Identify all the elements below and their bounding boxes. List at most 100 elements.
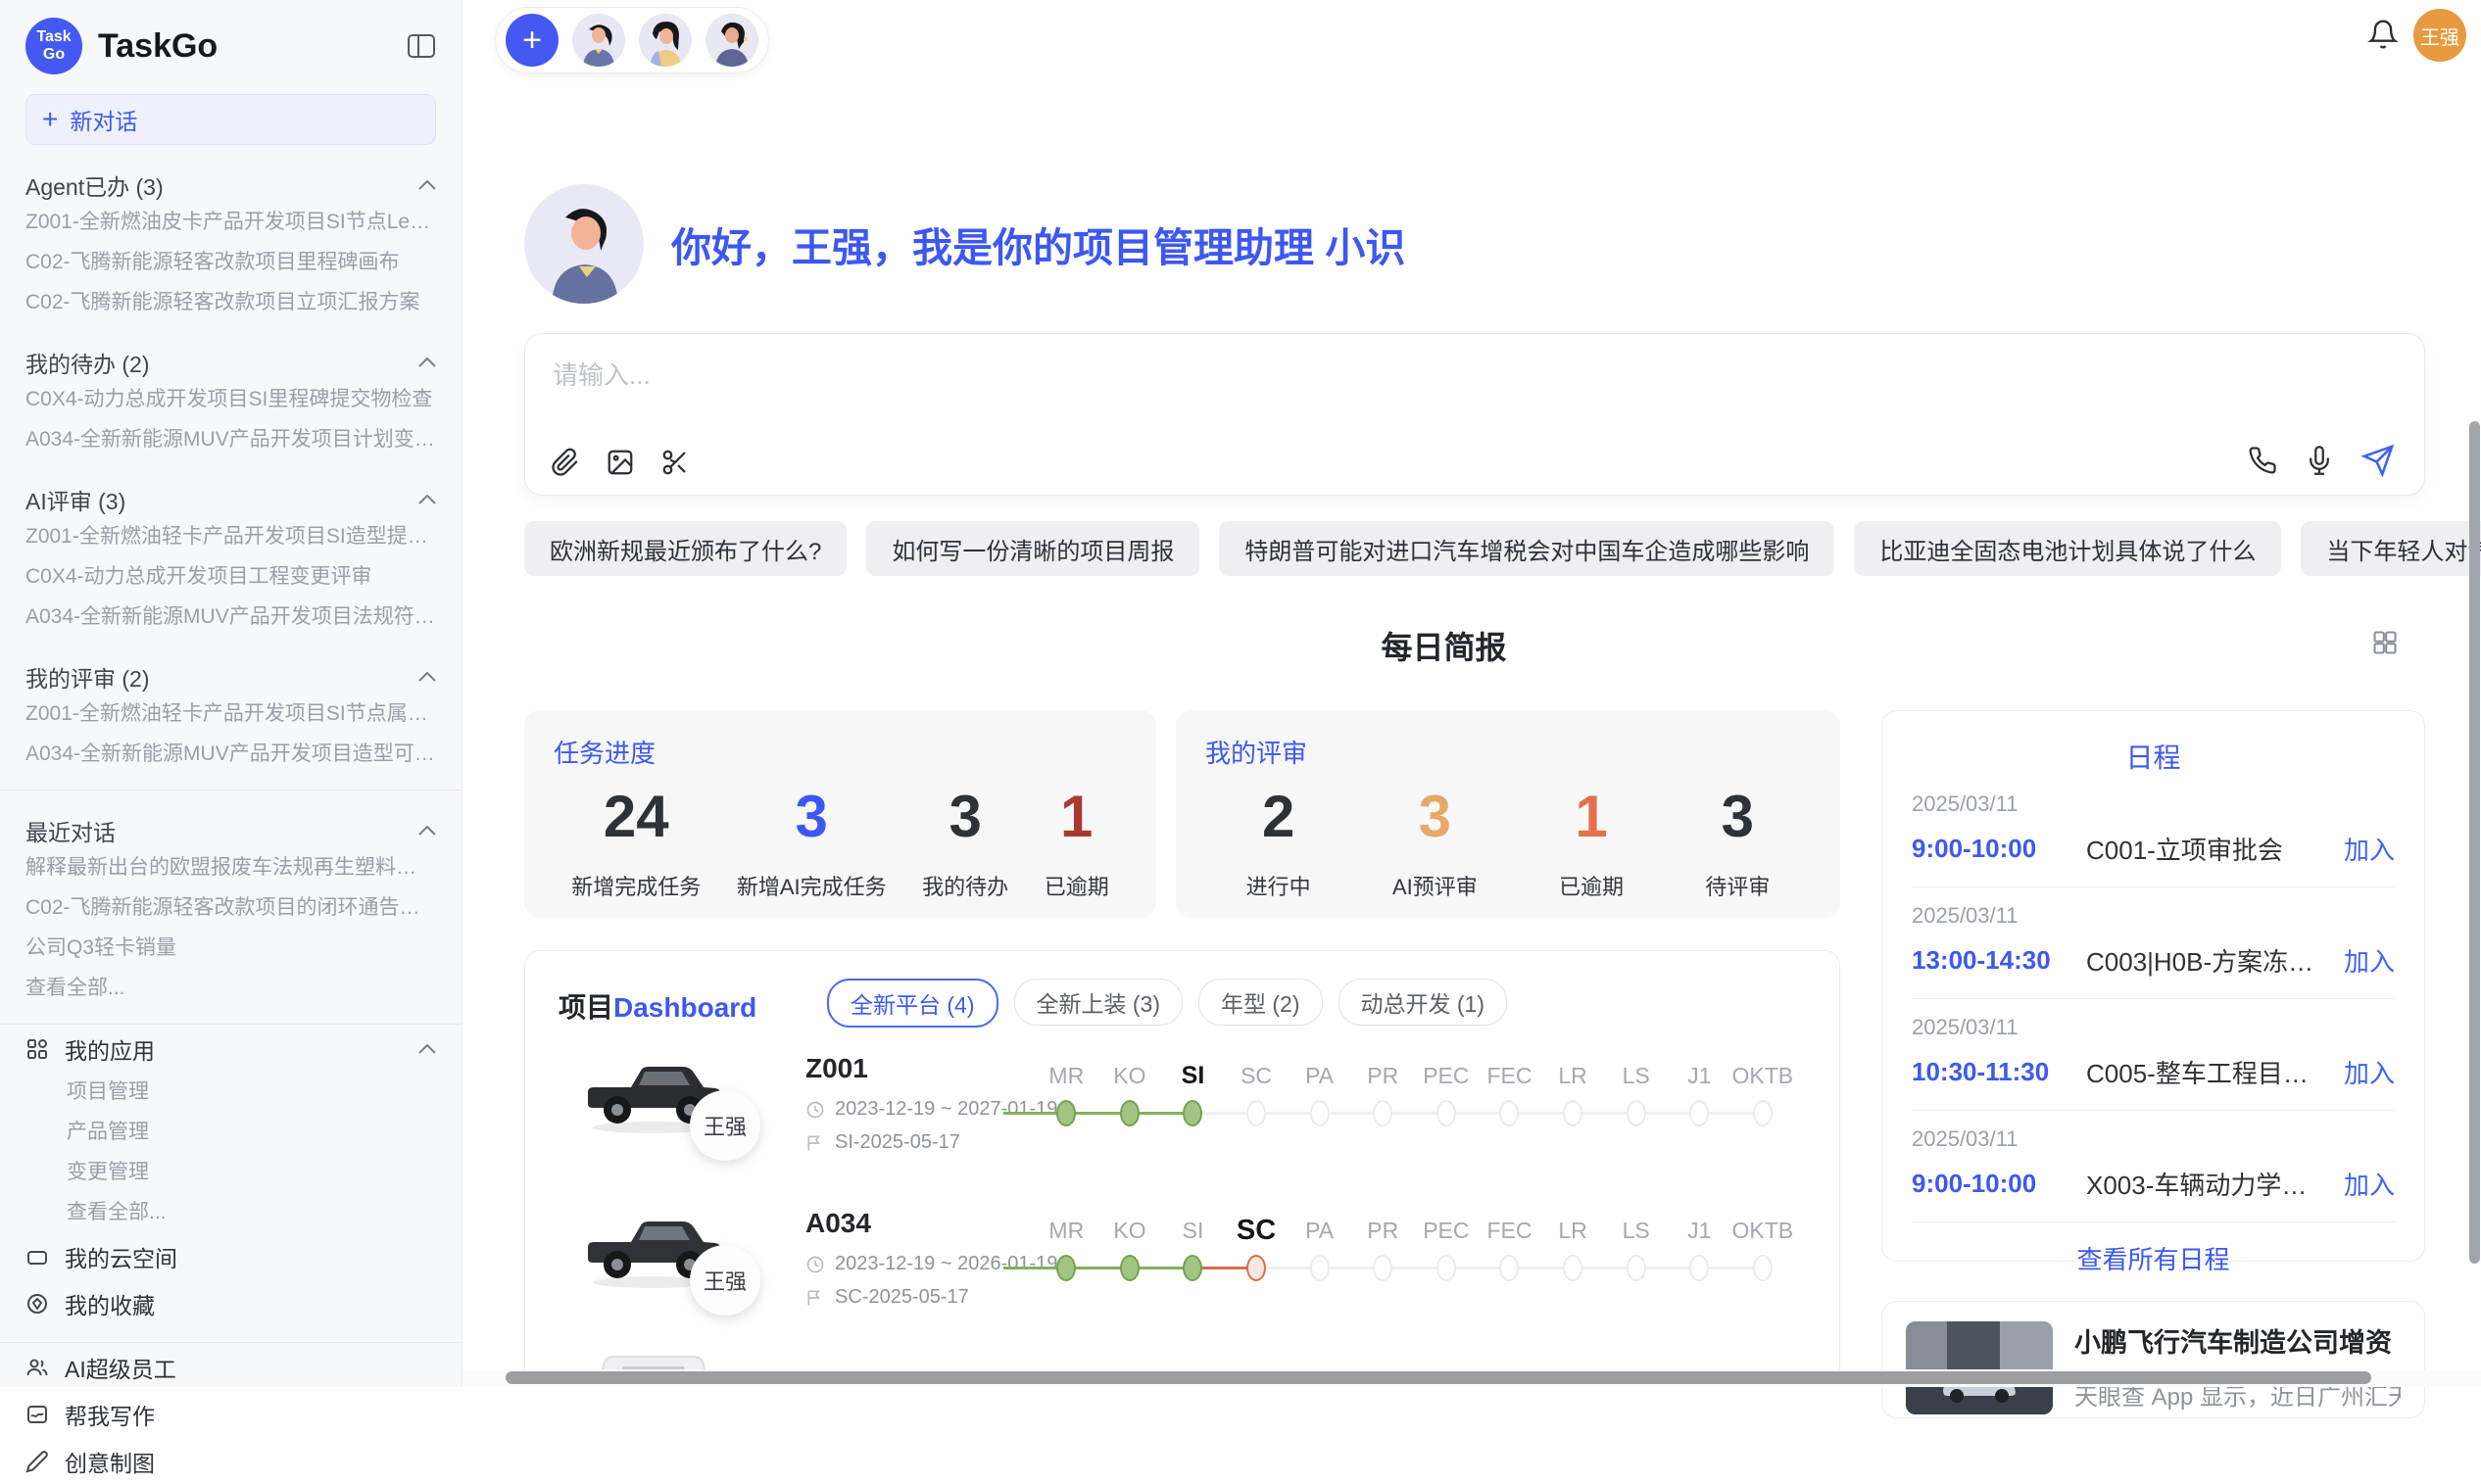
milestone-label: LR bbox=[1541, 1059, 1605, 1092]
tab-model-year[interactable]: 年型 (2) bbox=[1198, 979, 1323, 1026]
section-my-review[interactable]: 我的评审 (2) bbox=[25, 660, 436, 694]
microphone-icon[interactable] bbox=[2305, 446, 2334, 475]
tab-powertrain-dev[interactable]: 动总开发 (1) bbox=[1338, 979, 1508, 1026]
app-link-product-mgmt[interactable]: 产品管理 bbox=[25, 1112, 436, 1152]
sidebar-item-cloud-space[interactable]: 我的云空间 bbox=[25, 1234, 436, 1279]
milestone-label: KO bbox=[1098, 1214, 1162, 1247]
agent-avatar-1[interactable] bbox=[572, 14, 625, 67]
sidebar-task-item[interactable]: C02-飞腾新能源轻客改款项目里程碑画布 bbox=[25, 242, 436, 282]
new-chat-button[interactable]: + 新对话 bbox=[25, 94, 436, 145]
event-name: C003|H0B-方案冻结评审 bbox=[2086, 942, 2332, 979]
vertical-scrollbar[interactable] bbox=[2467, 0, 2480, 1369]
milestone-dot-alert bbox=[1246, 1255, 1266, 1281]
user-avatar[interactable]: 王强 bbox=[2413, 9, 2466, 62]
news-card[interactable]: 小鹏飞行汽车制造公司增资 天眼查 App 显示，近日广州汇天飞行汽... bbox=[1881, 1301, 2425, 1418]
notifications-bell-icon[interactable] bbox=[2367, 18, 2399, 51]
milestone-dot bbox=[1627, 1255, 1646, 1281]
join-meeting-link[interactable]: 加入 bbox=[2344, 1166, 2395, 1202]
sidebar-task-item[interactable]: A034-全新新能源MUV产品开发项目造型可行性评审 bbox=[25, 734, 436, 774]
milestone-dot bbox=[1689, 1255, 1709, 1281]
sidebar-task-item[interactable]: Z001-全新燃油轻卡产品开发项目SI节点属性5D文件评审 bbox=[25, 694, 436, 734]
task-progress-card: 任务进度 24 新增完成任务 3 新增AI完成任务 3 我的待办 1 已逾期 bbox=[524, 710, 1156, 918]
sidebar-item-creative-draw[interactable]: 创意制图 bbox=[25, 1439, 436, 1484]
event-date: 2025/03/11 bbox=[1912, 1015, 2395, 1040]
sidebar-task-item[interactable]: C0X4-动力总成开发项目工程变更评审 bbox=[25, 556, 436, 597]
section-agent-done[interactable]: Agent已办 (3) bbox=[25, 168, 436, 202]
recent-chat-item[interactable]: 公司Q3轻卡销量 bbox=[25, 928, 436, 968]
briefing-layout-icon[interactable] bbox=[2371, 629, 2399, 656]
sidebar-task-item[interactable]: Z001-全新燃油轻卡产品开发项目SI造型提交物评审 bbox=[25, 516, 436, 556]
attach-file-icon[interactable] bbox=[551, 448, 580, 477]
suggestion-chip[interactable]: 比亚迪全固态电池计划具体说了什么 bbox=[1854, 521, 2281, 576]
app-link-change-mgmt[interactable]: 变更管理 bbox=[25, 1152, 436, 1192]
event-time: 9:00-10:00 bbox=[1912, 834, 2086, 864]
sidebar-task-item[interactable]: A034-全新新能源MUV产品开发项目计划变更表编写 bbox=[25, 419, 436, 459]
writing-icon bbox=[25, 1403, 49, 1426]
sidebar-task-item[interactable]: Z001-全新燃油皮卡产品开发项目SI节点Lesson Learn报告 bbox=[25, 202, 436, 242]
stat-review-overdue: 1 已逾期 bbox=[1559, 786, 1624, 901]
view-all-schedule-link[interactable]: 查看所有日程 bbox=[1912, 1222, 2395, 1294]
suggestion-chip[interactable]: 欧洲新规最近颁布了什么? bbox=[524, 521, 847, 576]
agent-avatar-3[interactable] bbox=[705, 14, 758, 67]
ai-super-staff-label: AI超级员工 bbox=[65, 1351, 176, 1384]
project-flag-milestone: SC-2025-05-17 bbox=[805, 1286, 969, 1309]
suggestion-chip[interactable]: 如何写一份清晰的项目周报 bbox=[866, 521, 1199, 576]
apps-view-all-link[interactable]: 查看全部... bbox=[25, 1192, 436, 1232]
milestone-label: PA bbox=[1288, 1214, 1351, 1247]
suggestion-chips: 欧洲新规最近颁布了什么? 如何写一份清晰的项目周报 特朗普可能对进口汽车增税会对… bbox=[524, 521, 2481, 576]
suggestion-chip[interactable]: 当下年轻人对汽车外观有怎样的喜好趋势 bbox=[2301, 521, 2481, 576]
user-avatar-label: 王强 bbox=[2420, 22, 2459, 50]
project-row-a034[interactable]: 王强 A034 2023-12-19 ~ 2026-01-19 SC-2025-… bbox=[525, 1190, 1839, 1357]
join-meeting-link[interactable]: 加入 bbox=[2344, 1054, 2395, 1090]
clock-icon bbox=[805, 1255, 825, 1274]
horizontal-scrollbar-thumb[interactable] bbox=[506, 1371, 2371, 1384]
chevron-up-icon bbox=[418, 358, 436, 367]
vertical-scrollbar-thumb[interactable] bbox=[2469, 421, 2480, 1264]
sidebar-item-favorites[interactable]: 我的收藏 bbox=[25, 1281, 436, 1326]
daily-briefing-title: 每日简报 bbox=[462, 623, 2425, 668]
stat-overdue: 1 已逾期 bbox=[1045, 786, 1109, 901]
sidebar-item-help-write[interactable]: 帮我写作 bbox=[25, 1392, 436, 1437]
section-ai-review[interactable]: AI评审 (3) bbox=[25, 483, 436, 516]
dashboard-title: 项目Dashboard bbox=[559, 986, 756, 1026]
section-title: 我的待办 (2) bbox=[25, 346, 150, 379]
event-name: C005-整车工程目标评审 bbox=[2086, 1054, 2332, 1090]
suggestion-chip[interactable]: 特朗普可能对进口汽车增税会对中国车企造成哪些影响 bbox=[1219, 521, 1834, 576]
greeting-block: 你好，王强，我是你的项目管理助理 小识 bbox=[524, 184, 1405, 304]
recent-chat-item[interactable]: C02-飞腾新能源轻客改款项目的闭环通告反馈情况 bbox=[25, 887, 436, 928]
send-icon[interactable] bbox=[2361, 444, 2395, 477]
horizontal-scrollbar[interactable] bbox=[462, 1369, 2481, 1387]
tab-all-new-body[interactable]: 全新上装 (3) bbox=[1014, 979, 1184, 1026]
milestone-label: OKTB bbox=[1731, 1059, 1795, 1092]
chevron-up-icon bbox=[418, 495, 436, 504]
sidebar-item-my-apps[interactable]: 我的应用 bbox=[25, 1027, 436, 1072]
sidebar-task-item[interactable]: C02-飞腾新能源轻客改款项目立项汇报方案 bbox=[25, 282, 436, 322]
milestone-dot bbox=[1436, 1255, 1456, 1281]
add-agent-button[interactable]: + bbox=[506, 14, 559, 67]
collapse-sidebar-icon[interactable] bbox=[407, 32, 436, 60]
milestone-label: MR bbox=[1035, 1214, 1098, 1247]
recent-view-all-link[interactable]: 查看全部... bbox=[25, 968, 436, 1008]
insert-image-icon[interactable] bbox=[606, 448, 635, 477]
app-link-project-mgmt[interactable]: 项目管理 bbox=[25, 1072, 436, 1112]
sidebar-task-item[interactable]: C0X4-动力总成开发项目SI里程碑提交物检查 bbox=[25, 379, 436, 419]
sidebar-item-ai-super-staff[interactable]: AI超级员工 bbox=[25, 1345, 436, 1390]
join-meeting-link[interactable]: 加入 bbox=[2344, 942, 2395, 979]
screenshot-scissors-icon[interactable] bbox=[660, 448, 690, 477]
app-title: TaskGo bbox=[98, 27, 407, 66]
sidebar-task-item[interactable]: A034-全新新能源MUV产品开发项目法规符合性评审 bbox=[25, 597, 436, 637]
milestone-dot bbox=[1499, 1255, 1519, 1281]
join-meeting-link[interactable]: 加入 bbox=[2344, 831, 2395, 867]
chat-composer bbox=[524, 333, 2425, 496]
chat-input[interactable] bbox=[551, 354, 2220, 416]
section-my-todo[interactable]: 我的待办 (2) bbox=[25, 346, 436, 379]
tab-all-new-platform[interactable]: 全新平台 (4) bbox=[827, 979, 998, 1028]
agent-avatar-2[interactable] bbox=[639, 14, 692, 67]
event-date: 2025/03/11 bbox=[1912, 1126, 2395, 1152]
recent-chat-item[interactable]: 解释最新出台的欧盟报废车法规再生塑料比例被调至15%... bbox=[25, 847, 436, 887]
sidebar: Task Go TaskGo + 新对话 Agent已办 (3) Z001-全新… bbox=[0, 0, 462, 1387]
voice-call-icon[interactable] bbox=[2248, 446, 2277, 475]
milestone-dot bbox=[1689, 1100, 1709, 1126]
project-row-z001[interactable]: 王强 Z001 2023-12-19 ~ 2027-01-19 SI-2025-… bbox=[525, 1035, 1839, 1202]
section-recent-chats[interactable]: 最近对话 bbox=[25, 814, 436, 847]
